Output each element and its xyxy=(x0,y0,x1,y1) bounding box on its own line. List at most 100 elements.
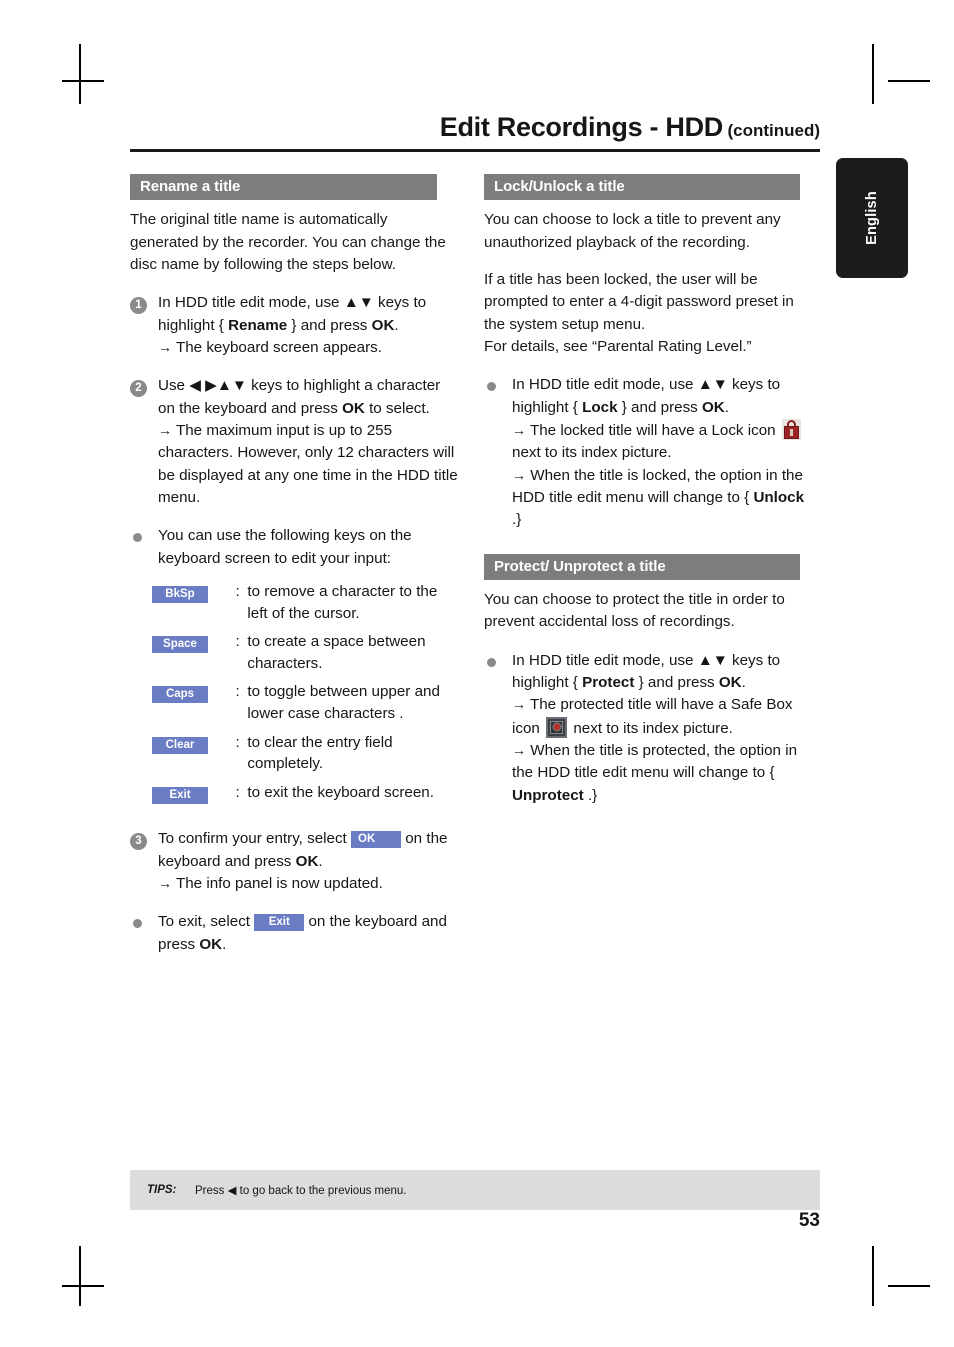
crop-mark-bottom-right-v xyxy=(872,1246,874,1306)
result-arrow-icon: → xyxy=(158,338,172,355)
table-row: Caps : to toggle between upper and lower… xyxy=(152,681,460,731)
safe-box-icon xyxy=(546,716,568,738)
lock-result-1b: next to its index picture. xyxy=(512,444,672,462)
key-description: to remove a character to the left of the… xyxy=(247,583,438,622)
tips-bar: TIPS: Press ◀ to go back to the previous… xyxy=(130,1170,820,1210)
result-arrow-icon: → xyxy=(158,422,172,438)
bullet-marker xyxy=(484,374,512,531)
step-1-body: In HDD title edit mode, use ▲▼ keys to h… xyxy=(158,292,460,359)
bullet-dot-icon xyxy=(133,533,142,543)
key-chip-clear[interactable]: Clear xyxy=(152,736,208,754)
step-number-badge: 1 xyxy=(130,297,147,315)
key-description: to create a space between characters. xyxy=(247,633,426,672)
bullet-dot-icon xyxy=(487,657,496,667)
right-column: Lock/Unlock a title You can choose to lo… xyxy=(484,174,814,956)
step-1-ok-key: OK xyxy=(371,316,395,334)
step-3-body: To confirm your entry, select OK on the … xyxy=(158,828,460,895)
result-arrow-icon: → xyxy=(512,742,526,759)
lock-text-c: } and press xyxy=(617,398,702,416)
exit-bullet-body: To exit, select Exit on the keyboard and… xyxy=(158,911,460,956)
key-chip-space[interactable]: Space xyxy=(152,636,208,654)
result-arrow-icon: → xyxy=(158,874,172,891)
step-1-text-a: In HDD title edit mode, use xyxy=(158,294,344,312)
step-2-result-text: The maximum input is up to 255 character… xyxy=(158,422,458,507)
crop-mark-top-left-h xyxy=(62,80,104,82)
protect-text-c: } and press xyxy=(634,674,719,691)
table-row: Space : to create a space between charac… xyxy=(152,631,460,681)
key-chip-cell: Exit xyxy=(152,782,236,813)
key-chip-cell: Clear xyxy=(152,732,236,782)
list-item-step-1: 1 In HDD title edit mode, use ▲▼ keys to… xyxy=(130,292,460,359)
protect-bullet-body: In HDD title edit mode, use ▲▼ keys to h… xyxy=(512,650,814,807)
step-2-body: Use ◀ ▶▲▼ keys to highlight a character … xyxy=(158,375,460,509)
key-chip-ok[interactable]: OK xyxy=(351,831,402,849)
step-3-text-post-b: . xyxy=(318,852,323,870)
lock-result-2b: .} xyxy=(512,511,522,529)
two-column-layout: Rename a title The original title name i… xyxy=(130,174,820,956)
step-2-arrow-keys: ◀ ▶▲▼ xyxy=(189,377,247,395)
section-header-lock-unlock: Lock/Unlock a title xyxy=(484,174,800,201)
key-description: to toggle between upper and lower case c… xyxy=(247,683,440,722)
key-chip-cell: Space xyxy=(152,631,236,681)
section-header-protect-unprotect: Protect/ Unprotect a title xyxy=(484,553,800,580)
key-chip-caps[interactable]: Caps xyxy=(152,686,208,704)
tips-label: TIPS: xyxy=(147,1184,177,1196)
key-colon: : xyxy=(235,783,240,801)
page-title-continued: (continued) xyxy=(727,121,820,140)
step-2-ok-key: OK xyxy=(342,399,365,417)
list-item-keys-intro: You can use the following keys on the ke… xyxy=(130,525,460,570)
page-number: 53 xyxy=(798,1210,820,1231)
protect-ok-key: OK xyxy=(718,674,742,691)
bullet-marker xyxy=(130,911,158,956)
key-chip-cell: BkSp xyxy=(152,581,236,631)
page-title: Edit Recordings - HDD xyxy=(439,112,724,142)
protect-result-1b: next to its index picture. xyxy=(573,719,733,737)
protect-result-2b: .} xyxy=(583,786,598,804)
lock-result-1a: The locked title will have a Lock icon xyxy=(529,422,776,439)
bullet-marker xyxy=(130,525,158,570)
table-row: BkSp : to remove a character to the left… xyxy=(152,581,460,631)
table-row: Exit : to exit the keyboard screen. xyxy=(152,782,460,813)
protect-result-2a: When the title is protected, the option … xyxy=(512,742,798,782)
result-arrow-icon: → xyxy=(512,466,526,483)
lock-menu-item: Lock xyxy=(582,398,618,416)
protect-text-a: In HDD title edit mode, use xyxy=(512,651,698,669)
tips-text-pre: Press xyxy=(195,1185,228,1197)
bullet-dot-icon xyxy=(133,919,142,929)
lock-text-d: . xyxy=(724,398,729,416)
key-description: to exit the keyboard screen. xyxy=(247,783,434,801)
list-item-step-3: 3 To confirm your entry, select OK on th… xyxy=(130,828,460,895)
step-3-text-pre: To confirm your entry, select xyxy=(158,830,352,848)
key-legend-table: BkSp : to remove a character to the left… xyxy=(152,581,460,812)
step-number-badge: 3 xyxy=(130,833,147,851)
page-content: Edit Recordings - HDD (continued) Rename… xyxy=(130,112,820,956)
step-1-arrow-keys: ▲▼ xyxy=(343,294,374,312)
step-2-text-d: to select. xyxy=(364,399,430,417)
exit-text-post-b: . xyxy=(222,935,227,953)
lock-text-a: In HDD title edit mode, use xyxy=(512,376,698,394)
key-colon: : xyxy=(235,583,240,601)
result-arrow-icon: → xyxy=(512,422,526,438)
table-row: Clear : to clear the entry field complet… xyxy=(152,732,460,782)
list-item-protect-instructions: In HDD title edit mode, use ▲▼ keys to h… xyxy=(484,650,814,807)
page-header: Edit Recordings - HDD (continued) xyxy=(130,112,820,147)
key-chip-bksp[interactable]: BkSp xyxy=(152,586,208,604)
keys-intro-text: You can use the following keys on the ke… xyxy=(158,527,412,567)
step-marker: 3 xyxy=(130,828,158,895)
step-1-menu-rename: Rename xyxy=(228,316,288,334)
step-2-text-a: Use xyxy=(158,377,190,395)
step-3-ok-key: OK xyxy=(295,852,319,870)
crop-mark-bottom-left-h xyxy=(62,1285,104,1287)
protect-intro-paragraph: You can choose to protect the title in o… xyxy=(484,590,785,631)
step-3-result-text: The info panel is now updated. xyxy=(175,874,383,892)
lock-arrow-keys: ▲▼ xyxy=(697,376,728,394)
crop-mark-top-right-h xyxy=(888,80,930,82)
key-chip-exit-inline[interactable]: Exit xyxy=(254,914,305,932)
section-header-rename: Rename a title xyxy=(130,174,437,201)
lock-intro-paragraph-2: If a title has been locked, the user wil… xyxy=(484,270,794,333)
crop-mark-bottom-left-v xyxy=(79,1246,81,1306)
exit-ok-key: OK xyxy=(199,935,223,953)
key-chip-exit[interactable]: Exit xyxy=(152,786,208,804)
protect-text-d: . xyxy=(741,674,746,691)
